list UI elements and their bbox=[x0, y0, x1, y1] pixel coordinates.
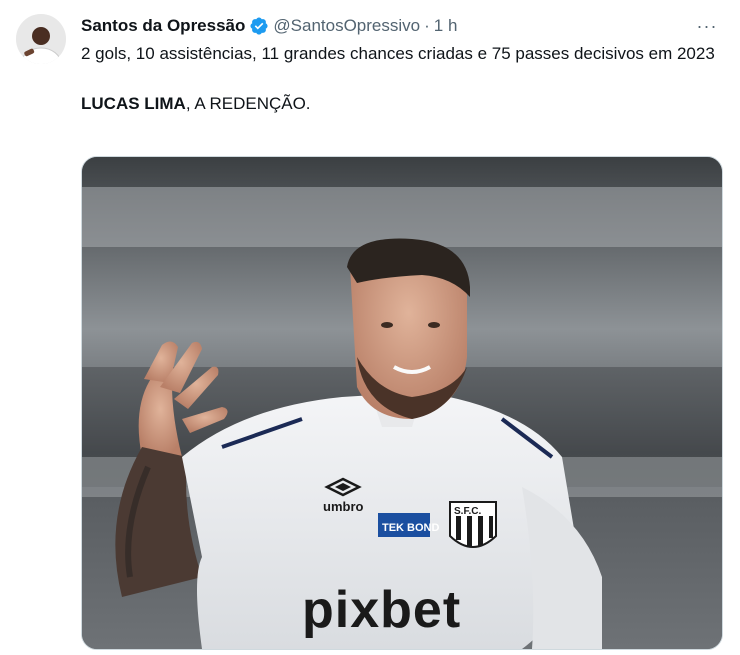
verified-badge-icon bbox=[249, 16, 269, 36]
tweet-header: Santos da Opressão @SantosOpressivo · 1 … bbox=[81, 14, 724, 38]
kit-brand-text: umbro bbox=[323, 499, 364, 514]
main-sponsor-text: pixbet bbox=[302, 581, 461, 639]
tweet-text-rest: , A REDENÇÃO. bbox=[185, 94, 311, 113]
avatar[interactable] bbox=[16, 14, 66, 64]
tweet-text-line1: 2 gols, 10 assistências, 11 grandes chan… bbox=[81, 44, 715, 63]
tweet-text-highlight: LUCAS LIMA bbox=[81, 94, 186, 113]
author-handle[interactable]: @SantosOpressivo bbox=[273, 16, 420, 36]
tweet-text: 2 gols, 10 assistências, 11 grandes chan… bbox=[81, 41, 721, 116]
separator-dot: · bbox=[424, 16, 430, 35]
crest-text: S.F.C. bbox=[454, 506, 481, 517]
more-options-icon[interactable]: ··· bbox=[690, 14, 724, 38]
timestamp[interactable]: 1 h bbox=[434, 16, 458, 36]
tweet-media-image[interactable]: umbro TEK BOND S.F.C. pixbet bbox=[81, 156, 723, 650]
author-display-name[interactable]: Santos da Opressão bbox=[81, 16, 245, 36]
sleeve-sponsor-text: TEK BOND bbox=[382, 522, 440, 534]
santos-crest: S.F.C. bbox=[449, 501, 497, 548]
tweet-text-line2: LUCAS LIMA, A REDENÇÃO. bbox=[81, 91, 721, 116]
